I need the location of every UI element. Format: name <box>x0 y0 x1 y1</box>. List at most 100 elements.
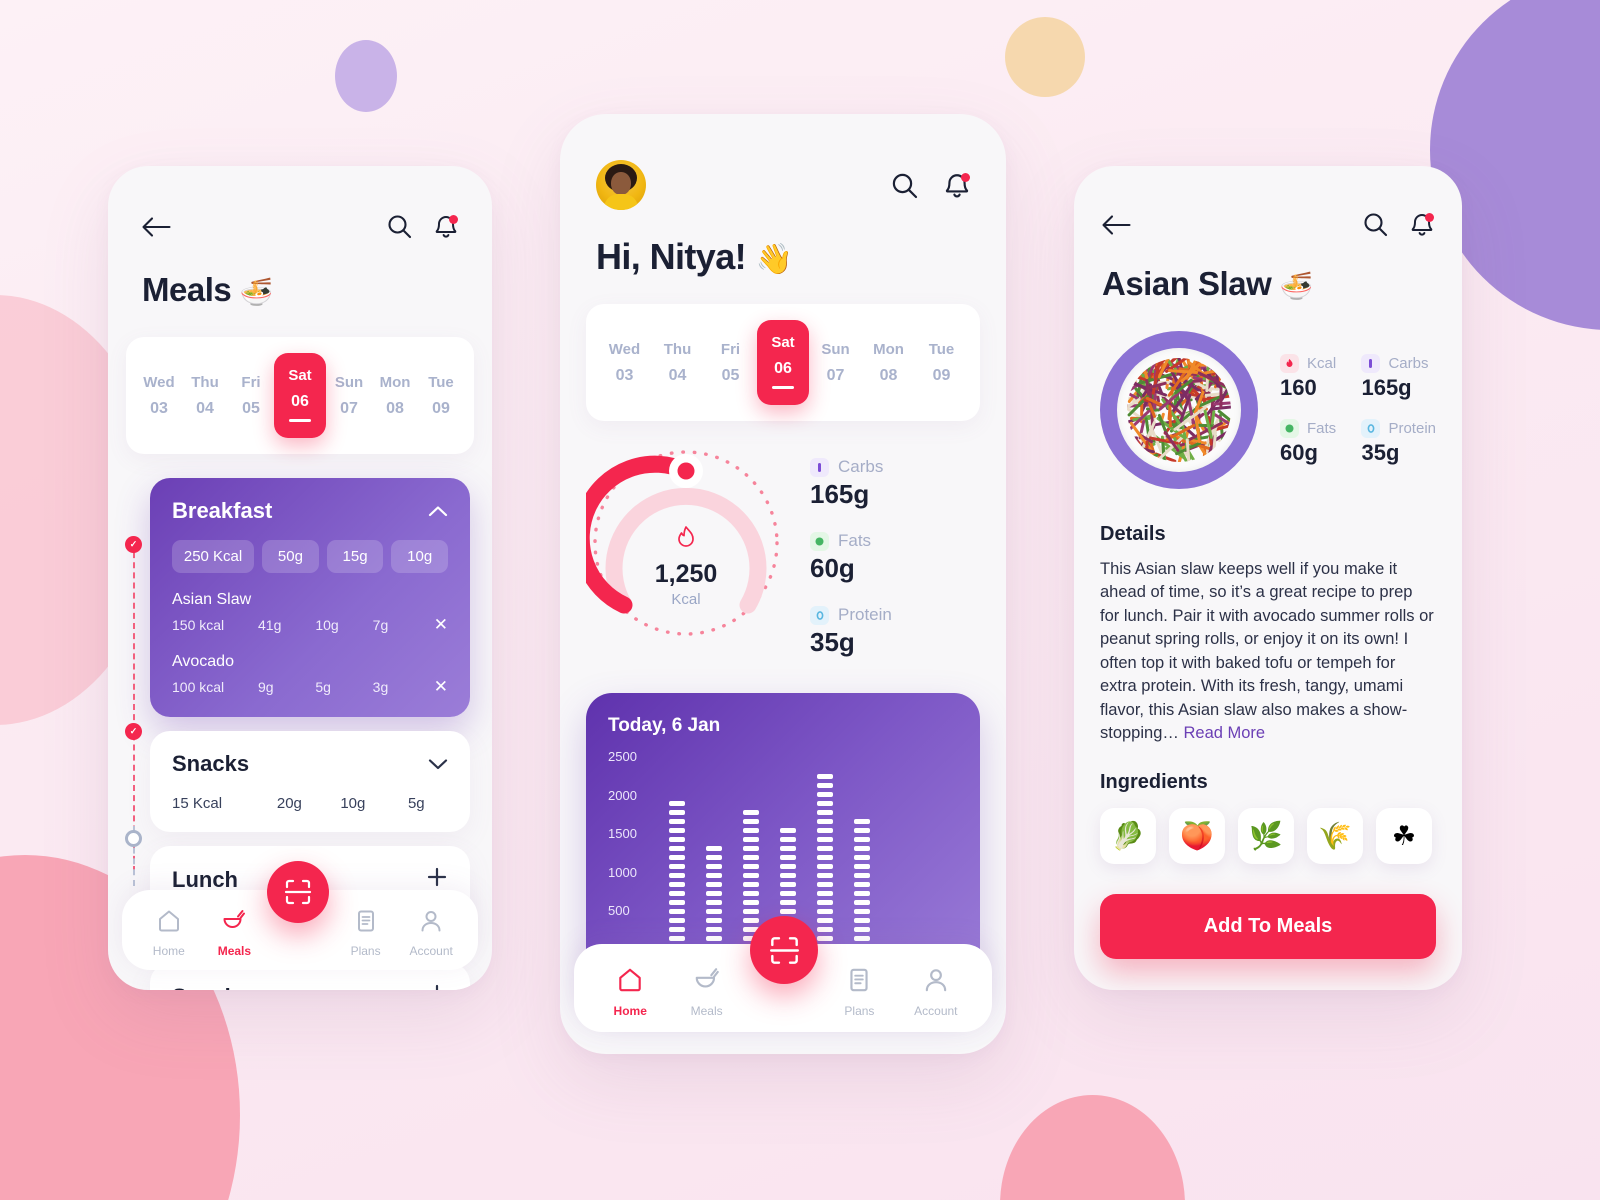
day-sun[interactable]: Sun 07 <box>326 374 372 418</box>
ingredient-basil[interactable]: 🌿 <box>1238 808 1294 865</box>
bar-segment <box>742 900 759 905</box>
avatar-face <box>611 172 631 195</box>
cta-wrap: Add To Meals <box>1074 864 1462 960</box>
search-icon[interactable] <box>891 172 918 199</box>
ingredient-parsley[interactable]: ☘ <box>1376 808 1432 865</box>
nav-meals[interactable]: Meals <box>202 908 268 958</box>
nav-plans[interactable]: Plans <box>821 966 897 1018</box>
page-title: Asian Slaw 🍜 <box>1074 237 1462 303</box>
bar-05 <box>806 749 843 959</box>
nav-account[interactable]: Account <box>898 966 974 1018</box>
macro-carbs-label: Carbs <box>838 457 884 476</box>
chevron-down-icon[interactable] <box>428 753 448 776</box>
bar-segment <box>779 846 796 851</box>
day-thu[interactable]: Thu 04 <box>182 374 228 418</box>
day-mon[interactable]: Mon 08 <box>372 374 418 418</box>
arrow-left-icon[interactable] <box>1102 214 1132 236</box>
close-icon[interactable]: ✕ <box>430 615 448 635</box>
snacks-values: 15 Kcal 20g 10g 5g <box>172 795 448 812</box>
search-icon[interactable] <box>1363 212 1388 237</box>
ytick: 2500 <box>608 749 637 764</box>
food-name: Asian Slaw <box>172 591 252 608</box>
date-strip: Wed 03 Thu 04 Fri 05 Sat 06 Sun 07 Mon 08 Tue 0… <box>126 337 474 454</box>
food-kcal: 100 kcal <box>172 679 225 695</box>
nav-meals[interactable]: Meals <box>668 966 744 1018</box>
snacks-fats: 10g <box>340 795 366 812</box>
detail-topbar <box>1074 166 1462 237</box>
search-icon[interactable] <box>387 214 412 239</box>
day-wed[interactable]: Wed 03 <box>136 374 182 418</box>
chart-title: Today, 6 Jan <box>608 715 721 736</box>
chevron-up-icon[interactable] <box>428 500 448 523</box>
day-sat-selected[interactable]: Sat 06 <box>757 320 809 405</box>
meal-card-breakfast[interactable]: Breakfast 250 Kcal 50g 15g 10g Asian Sla… <box>150 478 470 717</box>
day-fri[interactable]: Fri 05 <box>704 341 757 385</box>
bar-segment <box>853 819 870 824</box>
bar-segment <box>816 810 833 815</box>
read-more-link[interactable]: Read More <box>1183 724 1265 742</box>
carbs-icon <box>1361 354 1381 373</box>
nav-account-label: Account <box>914 1004 958 1018</box>
ingredient-green-onion[interactable]: 🌾 <box>1307 808 1363 865</box>
meal-card-snacks[interactable]: Snacks 15 Kcal 20g 10g 5g <box>150 731 470 832</box>
meals-topbar <box>108 166 492 239</box>
nav-plans[interactable]: Plans <box>333 908 399 958</box>
nav-account[interactable]: Account <box>398 908 464 958</box>
bar-segment <box>742 810 759 815</box>
close-icon[interactable]: ✕ <box>430 677 448 697</box>
bar-segment <box>779 855 796 860</box>
bar-segment <box>668 837 685 842</box>
bar-segment <box>816 882 833 887</box>
bar-segment <box>816 891 833 896</box>
day-tue[interactable]: Tue 09 <box>915 341 968 385</box>
add-to-meals-button[interactable]: Add To Meals <box>1100 894 1436 960</box>
nutrition-carbs-value: 165g <box>1361 375 1412 400</box>
day-sun[interactable]: Sun 07 <box>809 341 862 385</box>
bar-segment <box>816 855 833 860</box>
day-wed[interactable]: Wed 03 <box>598 341 651 385</box>
bell-icon[interactable] <box>944 172 970 199</box>
food-item-row: Avocado 100 kcal 9g 5g 3g ✕ <box>172 653 448 697</box>
ingredient-peach[interactable]: 🍑 <box>1169 808 1225 865</box>
bar-segment <box>705 873 722 878</box>
plus-icon[interactable] <box>426 983 448 990</box>
nav-home[interactable]: Home <box>592 966 668 1018</box>
bar-segment <box>853 882 870 887</box>
macro-protein: Protein 35g <box>810 605 892 658</box>
bar-segment <box>668 900 685 905</box>
nutrition-protein: Protein 35g <box>1361 419 1436 466</box>
macro-carbs-value: 165g <box>810 479 870 509</box>
day-thu[interactable]: Thu 04 <box>651 341 704 385</box>
day-mon[interactable]: Mon 08 <box>862 341 915 385</box>
bell-icon[interactable] <box>434 214 458 239</box>
food-kcal: 150 kcal <box>172 617 225 633</box>
bar-segment <box>668 846 685 851</box>
ingredient-red-cabbage[interactable]: 🥬 <box>1100 808 1156 865</box>
protein-icon <box>810 605 829 625</box>
bar-segment <box>668 801 685 806</box>
bar-segment <box>742 909 759 914</box>
avatar[interactable] <box>596 160 646 210</box>
bell-icon[interactable] <box>1410 212 1434 237</box>
arrow-left-icon[interactable] <box>142 216 172 238</box>
snacks-kcal: 15 Kcal <box>172 795 223 812</box>
bar-segment <box>668 909 685 914</box>
scan-icon[interactable] <box>267 861 329 923</box>
snacks-protein: 5g <box>407 795 425 812</box>
nutrition-fats: Fats 60g <box>1280 419 1337 466</box>
day-tue[interactable]: Tue 09 <box>418 374 464 418</box>
asian-slaw-photo <box>1127 358 1231 462</box>
scan-icon[interactable] <box>750 916 818 984</box>
bar-segment <box>779 900 796 905</box>
slaw-strand <box>1168 405 1172 428</box>
bar-segment <box>742 855 759 860</box>
bar-segment <box>779 837 796 842</box>
day-fri[interactable]: Fri 05 <box>228 374 274 418</box>
bar-segment <box>705 855 722 860</box>
nutrition-kcal-label: Kcal <box>1307 355 1337 372</box>
ingredients-row: 🥬 🍑 🌿 🌾 ☘ <box>1100 808 1436 865</box>
nav-home[interactable]: Home <box>136 908 202 958</box>
day-sat-selected[interactable]: Sat 06 <box>274 353 326 438</box>
chip-protein: 10g <box>391 540 448 573</box>
breakfast-label: Breakfast <box>172 498 273 523</box>
